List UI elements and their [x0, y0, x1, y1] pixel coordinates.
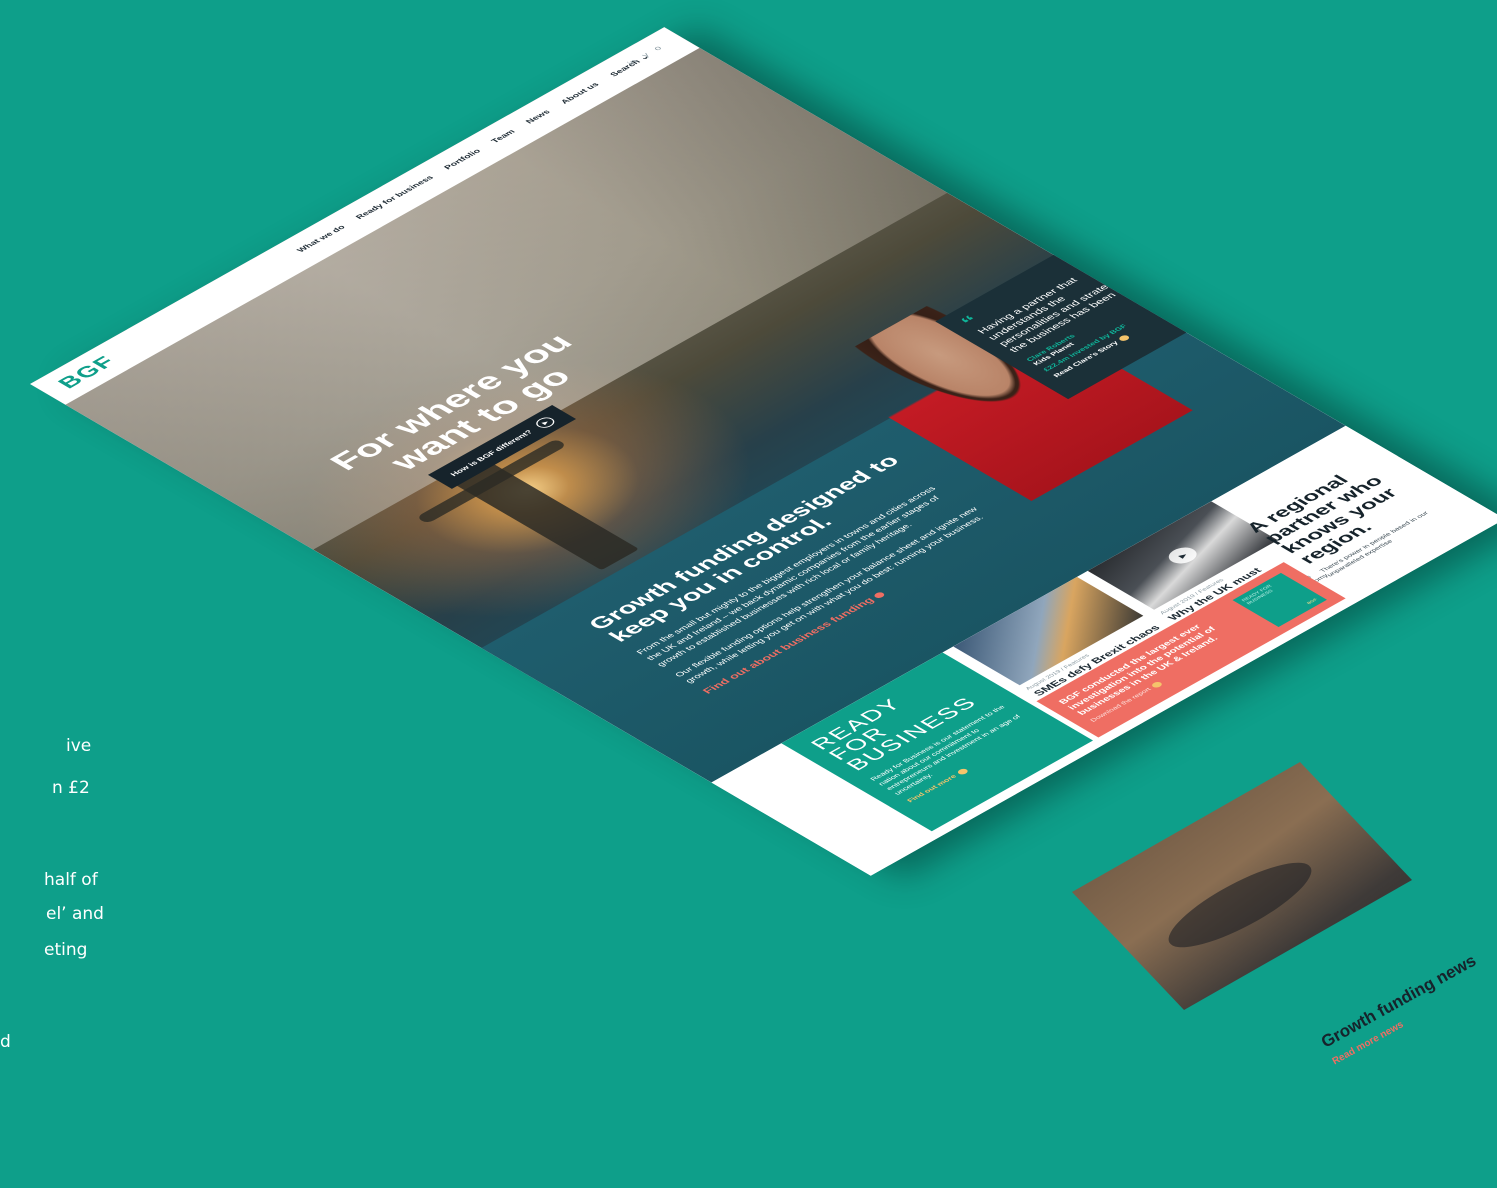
side-line: el’ and: [46, 904, 104, 924]
instagram-icon[interactable]: o: [652, 45, 665, 52]
nav-portfolio[interactable]: Portfolio: [442, 148, 483, 171]
nav-news[interactable]: News: [524, 109, 553, 126]
team-photo-image: [1072, 762, 1412, 1010]
nav-what-we-do[interactable]: What we do: [295, 224, 348, 254]
news-section: Growth funding news Read more news: [1318, 951, 1488, 1068]
side-line: n £2: [52, 778, 90, 798]
side-line: half of: [44, 870, 98, 890]
team-photo-people: [1168, 862, 1312, 948]
report-cover-logo: BGF: [1305, 597, 1319, 605]
nav-team[interactable]: Team: [489, 128, 517, 144]
news-title: Growth funding news: [1318, 950, 1480, 1052]
social-icons: in y o: [626, 45, 665, 67]
website-mockup: BGF What we do Ready for business Portfo…: [30, 27, 1497, 876]
side-line: ive: [66, 736, 92, 756]
side-line: d: [0, 1032, 11, 1052]
arrow-circle-icon: [872, 591, 887, 600]
play-icon: ▶: [532, 415, 559, 430]
video-play-icon[interactable]: ▶: [1163, 544, 1203, 567]
report-cover-title: READY FOR BUSINESS: [1240, 583, 1275, 606]
side-line: eting: [44, 940, 88, 960]
arrow-circle-icon: [1150, 680, 1164, 689]
arrow-circle-icon: [1117, 334, 1131, 342]
arrow-circle-icon: [955, 767, 970, 776]
nav-about-us[interactable]: About us: [559, 81, 602, 105]
